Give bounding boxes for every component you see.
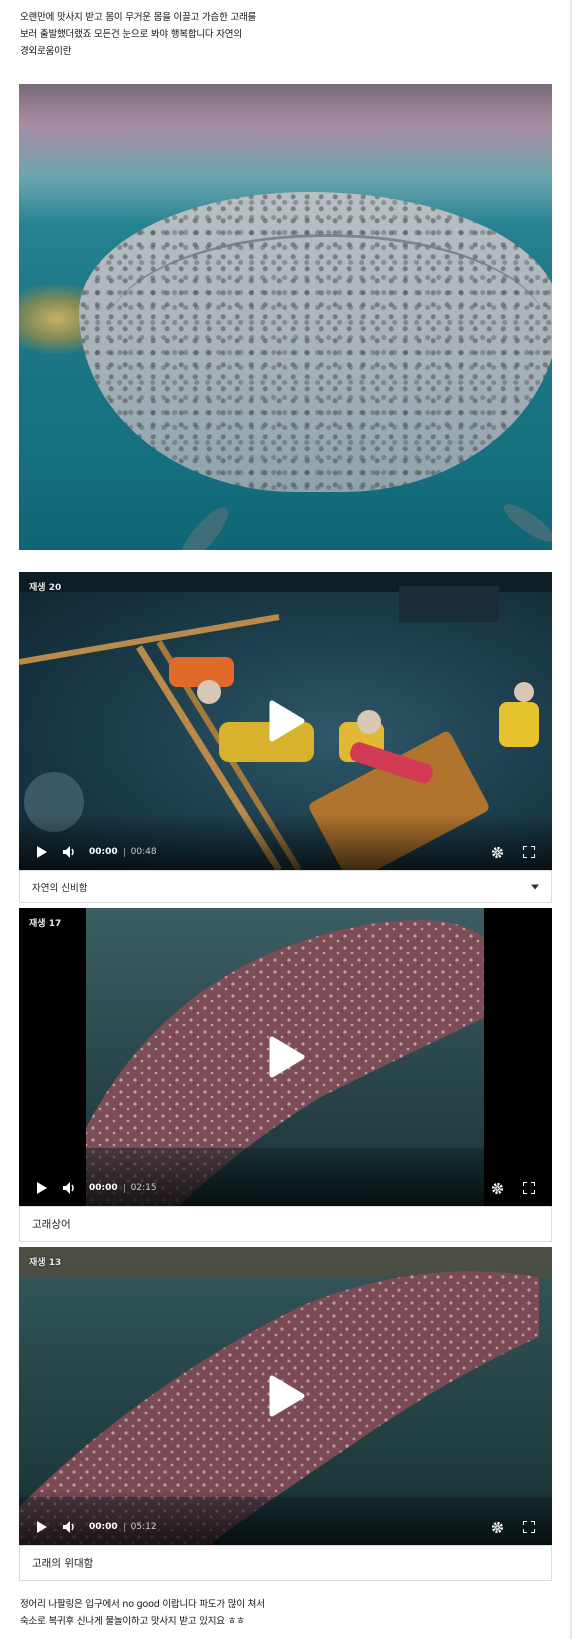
video-caption-select[interactable]: 자연의 신비함: [19, 870, 552, 903]
gear-icon[interactable]: [486, 1516, 508, 1538]
duration: 02:15: [130, 1183, 157, 1193]
caption-text: 고래의 위대함: [32, 1557, 94, 1570]
video-player-1[interactable]: 재생 20 00:00 00:48: [19, 572, 552, 870]
intro-paragraph: 오랜만에 맛사지 받고 몸이 무거운 몸을 이끌고 가슴한 고래를 보러 출발했…: [20, 9, 300, 60]
play-count-badge: 재생 20: [29, 583, 62, 593]
caption-text: 자연의 신비함: [32, 882, 88, 894]
video-caption: 고래상어: [19, 1206, 552, 1242]
time-separator: [123, 847, 125, 857]
outro-line: 정어리 나팔링은 입구에서 no good 이랍니다 파도가 많이 쳐서: [20, 1599, 265, 1610]
intro-line: 경외로움이란: [20, 46, 72, 57]
outro-paragraph: 정어리 나팔링은 입구에서 no good 이랍니다 파도가 많이 쳐서 숙소로…: [20, 1596, 340, 1630]
play-count-badge: 재생 13: [29, 1258, 62, 1268]
volume-icon[interactable]: [59, 841, 81, 863]
time-separator: [123, 1522, 125, 1532]
play-icon[interactable]: [31, 1177, 53, 1199]
play-icon[interactable]: [31, 1516, 53, 1538]
play-icon[interactable]: [266, 699, 306, 743]
play-count-badge: 재생 17: [29, 919, 62, 929]
video-controls: 00:00 00:48: [19, 834, 552, 870]
whale-shark-photo: [19, 84, 552, 550]
video-caption: 고래의 위대함: [19, 1545, 552, 1581]
current-time: 00:00: [89, 1522, 118, 1532]
current-time: 00:00: [89, 1183, 118, 1193]
pectoral-fin-right: [499, 498, 552, 548]
pectoral-fin-left: [173, 501, 235, 550]
play-icon[interactable]: [266, 1374, 306, 1418]
fullscreen-icon[interactable]: [518, 1516, 540, 1538]
chevron-down-icon[interactable]: [531, 884, 539, 889]
play-icon[interactable]: [266, 1035, 306, 1079]
fullscreen-icon[interactable]: [518, 841, 540, 863]
play-icon[interactable]: [31, 841, 53, 863]
volume-icon[interactable]: [59, 1516, 81, 1538]
current-time: 00:00: [89, 847, 118, 857]
volume-icon[interactable]: [59, 1177, 81, 1199]
fullscreen-icon[interactable]: [518, 1177, 540, 1199]
video-player-2[interactable]: 재생 17 00:00 02:15: [19, 908, 552, 1206]
video-controls: 00:00 02:15: [19, 1170, 552, 1206]
intro-line: 보러 출발했더랬죠 모든건 눈으로 봐야 행복합니다 자연의: [20, 29, 242, 40]
intro-line: 오랜만에 맛사지 받고 몸이 무거운 몸을 이끌고 가슴한 고래를: [20, 12, 257, 23]
duration: 00:48: [130, 847, 157, 857]
outro-line: 숙소로 복귀후 신나게 물놀이하고 맛사지 받고 있지요 ㅎㅎ: [20, 1616, 245, 1627]
duration: 05:12: [130, 1522, 157, 1532]
video-controls: 00:00 05:12: [19, 1509, 552, 1545]
time-separator: [123, 1183, 125, 1193]
caption-text: 고래상어: [32, 1218, 71, 1231]
video-player-3[interactable]: 재생 13 00:00 05:12: [19, 1247, 552, 1545]
gear-icon[interactable]: [486, 1177, 508, 1199]
gear-icon[interactable]: [486, 841, 508, 863]
